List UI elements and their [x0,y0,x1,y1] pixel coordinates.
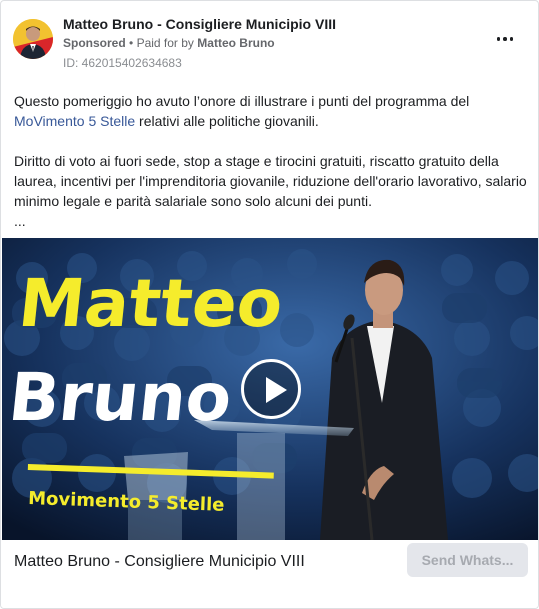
movimento-link[interactable]: MoVimento 5 Stelle [14,113,135,129]
sponsored-line: Sponsored • Paid for by Matteo Bruno [63,36,275,50]
overlay-title-line2: Bruno [5,359,235,436]
body-text-segment: Questo pomeriggio ho avuto l’onore di il… [14,93,470,109]
video-thumbnail[interactable]: Matteo Bruno Movimento 5 Stelle [2,238,538,540]
avatar-image [13,19,53,59]
page-name-link[interactable]: Matteo Bruno - Consigliere Municipio VII… [63,16,336,32]
footer-page-title: Matteo Bruno - Consigliere Municipio VII… [14,553,305,570]
play-icon[interactable] [241,359,301,419]
ad-card: Matteo Bruno - Consigliere Municipio VII… [0,0,539,609]
page-avatar[interactable] [13,19,53,59]
separator-dot: • [129,36,134,50]
post-body: Questo pomeriggio ho avuto l’onore di il… [14,91,529,251]
paid-for-prefix: Paid for by [136,36,194,50]
body-paragraph-2: Diritto di voto ai fuori sede, stop a st… [14,153,527,209]
paid-for-name: Matteo Bruno [197,36,275,50]
post-header: Matteo Bruno - Consigliere Municipio VII… [1,1,538,81]
body-paragraph-1: Questo pomeriggio ho avuto l’onore di il… [14,91,529,131]
ad-id-text: ID: 462015402634683 [63,56,182,70]
more-options-icon[interactable] [492,29,518,49]
body-text-segment: relativi alle politiche giovanili. [135,113,319,129]
see-more-ellipsis[interactable]: ... [14,211,529,231]
send-whatsapp-button[interactable]: Send Whats... [407,543,528,577]
overlay-title-line1: Matteo [15,265,286,342]
sponsored-label: Sponsored [63,36,126,50]
post-footer: Matteo Bruno - Consigliere Municipio VII… [1,540,538,608]
